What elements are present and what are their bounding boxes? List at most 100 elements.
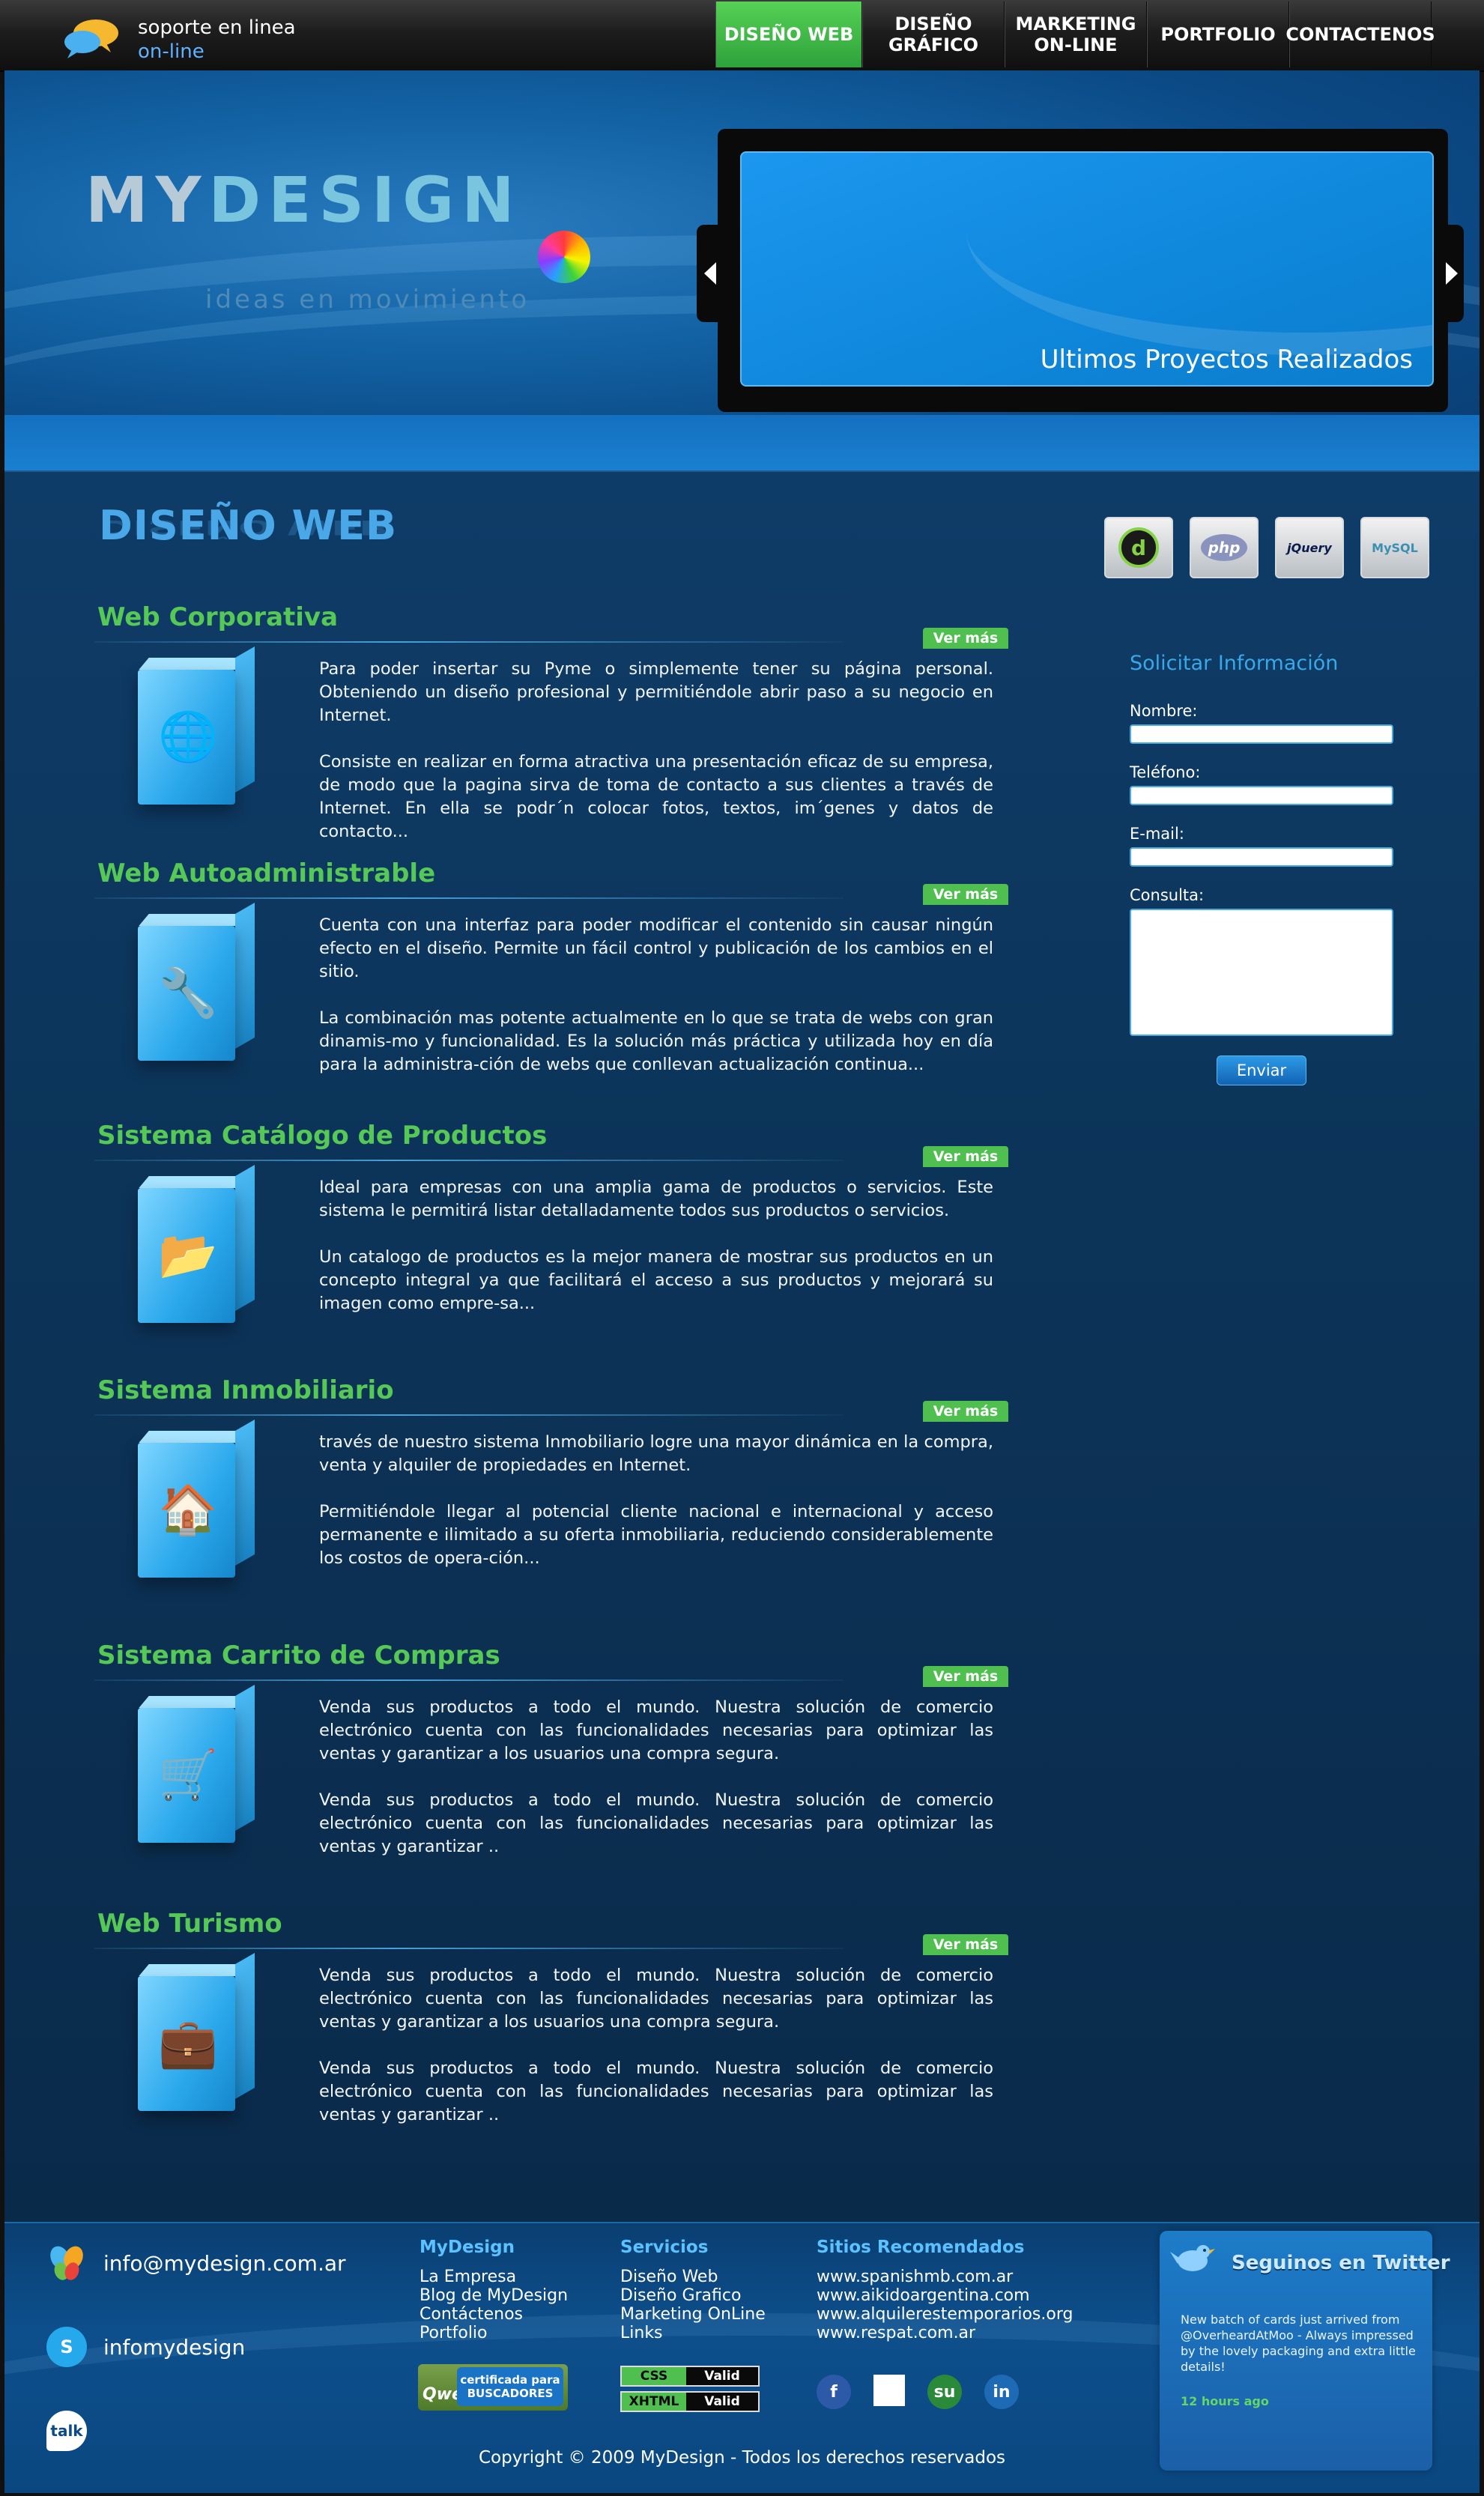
ver-mas-button[interactable]: Ver más	[923, 1401, 1008, 1422]
col-heading: Servicios	[620, 2238, 709, 2257]
nav-portfolio[interactable]: PORTFOLIO	[1147, 1, 1289, 67]
email-field[interactable]	[1130, 847, 1393, 867]
phone-field[interactable]	[1130, 786, 1393, 805]
stumbleupon-icon[interactable]: su	[927, 2375, 962, 2409]
footer-link[interactable]: La Empresa	[420, 2268, 568, 2286]
service-web-autoadministrable: Web Autoadministrable Ver más 🔧 Cuenta c…	[94, 858, 1008, 1106]
logo-tagline: ideas en movimiento	[205, 285, 530, 315]
form-title: Solicitar Información	[1130, 652, 1339, 675]
logo-wordmark: MYDESIGN	[85, 163, 522, 237]
facebook-icon[interactable]: f	[817, 2375, 851, 2409]
tools-icon: 🔧	[138, 902, 255, 1064]
globe-icon: 🌐	[138, 646, 255, 808]
ver-mas-button[interactable]: Ver más	[923, 628, 1008, 649]
email-label: E-mail:	[1130, 825, 1184, 843]
divider	[94, 1948, 844, 1949]
service-catalogo-productos: Sistema Catálogo de Productos Ver más 📂 …	[94, 1121, 1008, 1368]
nav-marketing-online[interactable]: MARKETING ON-LINE	[1005, 1, 1147, 67]
service-title[interactable]: Web Corporativa	[97, 602, 338, 632]
twitter-bird-icon	[1170, 2241, 1215, 2282]
msn-contact[interactable]: info@mydesign.com.ar	[46, 2243, 346, 2283]
service-title[interactable]: Web Turismo	[97, 1909, 282, 1939]
badge-key: CSS	[622, 2367, 686, 2385]
service-web-corporativa: Web Corporativa Ver más 🌐 Para poder ins…	[94, 602, 1008, 849]
badge-key: XHTML	[622, 2393, 686, 2411]
divider	[94, 1679, 844, 1681]
footer-link[interactable]: www.respat.com.ar	[817, 2324, 1073, 2342]
qweb-seo-badge[interactable]: Qweb certificada para BUSCADORES	[418, 2364, 568, 2411]
footer-link[interactable]: www.spanishmb.com.ar	[817, 2268, 1073, 2286]
dreamweaver-icon: d	[1104, 517, 1173, 578]
service-description: Para poder insertar su Pyme o simplement…	[319, 659, 993, 841]
arrow-left-icon	[704, 262, 716, 285]
skype-contact[interactable]: S infomydesign	[46, 2327, 245, 2367]
footer-link[interactable]: Diseño Grafico	[620, 2286, 766, 2305]
support-status: on-line	[138, 40, 205, 63]
service-carrito-compras: Sistema Carrito de Compras Ver más 🛒 Ven…	[94, 1641, 1008, 1888]
nav-diseno-web[interactable]: DISEÑO WEB	[715, 1, 862, 67]
projects-slider[interactable]: Ultimos Proyectos Realizados	[718, 129, 1448, 412]
logo-dots-icon	[538, 231, 590, 283]
slider-next-button[interactable]	[1438, 225, 1464, 322]
ver-mas-button[interactable]: Ver más	[923, 1934, 1008, 1955]
name-field[interactable]	[1130, 724, 1393, 744]
folder-icon: 📂	[138, 1164, 255, 1326]
slider-prev-button[interactable]	[697, 225, 722, 322]
footer-link[interactable]: Marketing OnLine	[620, 2305, 766, 2324]
jquery-icon: jQuery	[1275, 517, 1344, 578]
top-bar: soporte en linea on-line DISEÑO WEB DISE…	[0, 0, 1484, 72]
service-title[interactable]: Sistema Carrito de Compras	[97, 1641, 500, 1670]
ver-mas-button[interactable]: Ver más	[923, 1666, 1008, 1687]
tweet-time: 12 hours ago	[1181, 2394, 1269, 2408]
main-nav: DISEÑO WEB DISEÑO GRÁFICO MARKETING ON-L…	[715, 1, 1435, 67]
name-label: Nombre:	[1130, 702, 1198, 720]
ver-mas-button[interactable]: Ver más	[923, 884, 1008, 905]
nav-contactenos[interactable]: CONTACTENOS	[1285, 1, 1435, 67]
submit-button[interactable]: Enviar	[1217, 1055, 1306, 1085]
footer-link[interactable]: Links	[620, 2324, 766, 2342]
footer-col-sitios: Sitios Recomendados www.spanishmb.com.ar…	[817, 2238, 1073, 2343]
twitter-widget[interactable]: Seguinos en Twitter New batch of cards j…	[1160, 2231, 1450, 2471]
badge-value: Valid	[704, 2394, 740, 2409]
section-title-reflection: DISEÑO WEB	[99, 515, 390, 540]
service-inmobiliario: Sistema Inmobiliario Ver más 🏠 través de…	[94, 1375, 1008, 1623]
tweet-text: New batch of cards just arrived from @Ov…	[1181, 2312, 1416, 2374]
divider	[94, 641, 844, 643]
css-valid-badge[interactable]: CSS Valid	[620, 2366, 760, 2387]
footer: info@mydesign.com.ar S infomydesign talk…	[4, 2222, 1480, 2493]
hero-band	[4, 415, 1480, 470]
service-title[interactable]: Sistema Inmobiliario	[97, 1375, 394, 1405]
service-description: través de nuestro sistema Inmobiliario l…	[319, 1432, 993, 1568]
divider	[94, 897, 844, 899]
cart-icon: 🛒	[138, 1684, 255, 1846]
msn-butterfly-icon	[46, 2243, 87, 2283]
footer-link[interactable]: Portfolio	[420, 2324, 568, 2342]
service-title[interactable]: Sistema Catálogo de Productos	[97, 1121, 547, 1151]
slider-caption: Ultimos Proyectos Realizados	[1040, 345, 1413, 375]
linkedin-icon[interactable]: in	[984, 2375, 1019, 2409]
footer-link[interactable]: www.aikidoargentina.com	[817, 2286, 1073, 2305]
google-talk-contact[interactable]: talk	[46, 2411, 87, 2451]
footer-link[interactable]: Contáctenos	[420, 2305, 568, 2324]
ver-mas-button[interactable]: Ver más	[923, 1146, 1008, 1167]
twitter-title: Seguinos en Twitter	[1232, 2252, 1450, 2274]
footer-link[interactable]: www.alquilerestemporarios.org	[817, 2305, 1073, 2324]
online-support[interactable]: soporte en linea on-line	[61, 13, 301, 63]
service-description: Ideal para empresas con una amplia gama …	[319, 1178, 993, 1313]
footer-link[interactable]: Blog de MyDesign	[420, 2286, 568, 2305]
service-title[interactable]: Web Autoadministrable	[97, 858, 435, 888]
service-web-turismo: Web Turismo Ver más 💼 Venda sus producto…	[94, 1909, 1008, 2156]
delicious-icon[interactable]	[873, 2375, 905, 2406]
col-heading: MyDesign	[420, 2238, 515, 2257]
email-address: info@mydesign.com.ar	[103, 2250, 346, 2276]
xhtml-valid-badge[interactable]: XHTML Valid	[620, 2391, 760, 2412]
qweb-cert-text: certificada para BUSCADORES	[457, 2367, 563, 2406]
copyright: Copyright © 2009 MyDesign - Todos los de…	[478, 2448, 1006, 2468]
logo[interactable]: MYDESIGN ideas en movimiento	[85, 163, 610, 328]
query-field[interactable]	[1130, 909, 1393, 1036]
skype-username: infomydesign	[103, 2334, 246, 2360]
service-description: Cuenta con una interfaz para poder modif…	[319, 915, 993, 1074]
nav-diseno-grafico[interactable]: DISEÑO GRÁFICO	[862, 1, 1005, 67]
footer-link[interactable]: Diseño Web	[620, 2268, 766, 2286]
slider-wave	[966, 153, 1432, 355]
